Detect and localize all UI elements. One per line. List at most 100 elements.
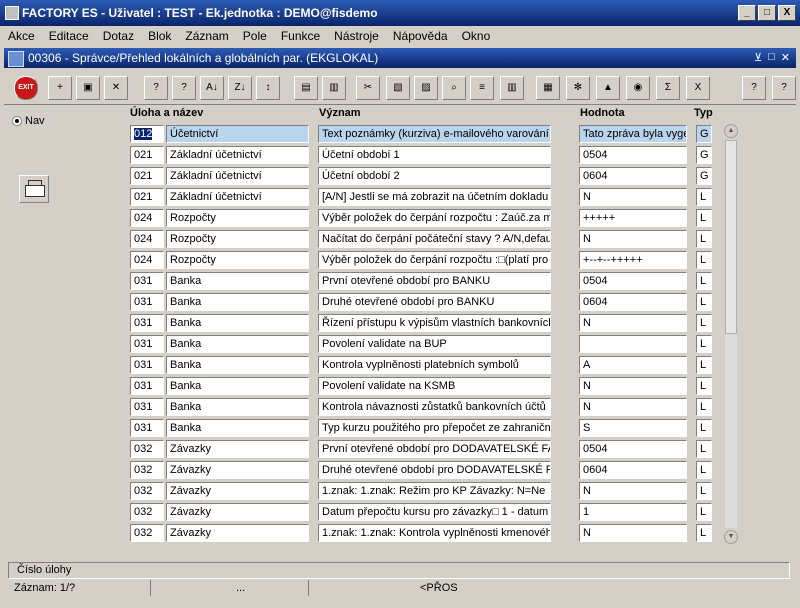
cell-code[interactable]: 024 — [130, 251, 164, 269]
cell-type[interactable]: L — [696, 503, 712, 521]
cell-code[interactable]: 021 — [130, 167, 164, 185]
cell-type[interactable]: L — [696, 251, 712, 269]
cell-meaning[interactable]: První otevřené období pro BANKU — [318, 272, 551, 290]
cut-icon[interactable]: ✂ — [356, 76, 380, 100]
cell-value[interactable]: N — [579, 188, 687, 206]
cell-value[interactable]: N — [579, 398, 687, 416]
cell-meaning[interactable]: Typ kurzu použitého pro přepočet ze zahr… — [318, 419, 551, 437]
cell-code[interactable]: 031 — [130, 272, 164, 290]
cell-type[interactable]: G — [696, 125, 712, 143]
cell-type[interactable]: L — [696, 419, 712, 437]
cell-code[interactable]: 031 — [130, 293, 164, 311]
cell-meaning[interactable]: Druhé otevřené období pro DODAVATELSKÉ F… — [318, 461, 551, 479]
cell-type[interactable]: L — [696, 230, 712, 248]
cell-name[interactable]: Závazky — [166, 461, 309, 479]
cell-name[interactable]: Banka — [166, 335, 309, 353]
cell-meaning[interactable]: Text poznámky (kurziva) e-mailového varo… — [318, 125, 551, 143]
excel-icon[interactable]: X — [686, 76, 710, 100]
sort-desc-icon[interactable]: Z↓ — [228, 76, 252, 100]
cell-type[interactable]: L — [696, 272, 712, 290]
cell-name[interactable]: Banka — [166, 356, 309, 374]
add-record-icon[interactable]: + — [48, 76, 72, 100]
cell-meaning[interactable]: Druhé otevřené období pro BANKU — [318, 293, 551, 311]
cell-name[interactable]: Banka — [166, 377, 309, 395]
cell-name[interactable]: Základní účetnictví — [166, 188, 309, 206]
cell-type[interactable]: L — [696, 335, 712, 353]
cell-type[interactable]: G — [696, 146, 712, 164]
help-icon[interactable]: ? — [742, 76, 766, 100]
cell-meaning[interactable]: Výběr položek do čerpání rozpočtu : Zaúč… — [318, 209, 551, 227]
delete-record-icon[interactable]: ✕ — [104, 76, 128, 100]
cell-code[interactable]: 031 — [130, 314, 164, 332]
close-button[interactable]: X — [778, 5, 796, 21]
cell-value[interactable]: 0504 — [579, 440, 687, 458]
cell-value[interactable]: N — [579, 377, 687, 395]
cell-meaning[interactable]: Datum přepočtu kursu pro závazky□ 1 - da… — [318, 503, 551, 521]
scroll-thumb[interactable] — [725, 140, 737, 334]
cell-type[interactable]: L — [696, 461, 712, 479]
vertical-scrollbar[interactable]: ▲ ▼ — [724, 124, 738, 544]
cell-name[interactable]: Závazky — [166, 482, 309, 500]
nav-radio[interactable]: Nav — [12, 115, 45, 127]
cell-code[interactable]: 032 — [130, 503, 164, 521]
cell-value[interactable]: Tato zpráva byla vyge — [579, 125, 687, 143]
cell-value[interactable]: 0604 — [579, 293, 687, 311]
cell-type[interactable]: L — [696, 293, 712, 311]
cell-name[interactable]: Banka — [166, 314, 309, 332]
menu-funkce[interactable]: Funkce — [273, 26, 326, 46]
menu-blok[interactable]: Blok — [140, 26, 177, 46]
cell-type[interactable]: L — [696, 314, 712, 332]
list-icon[interactable]: ≡ — [470, 76, 494, 100]
cell-value[interactable]: 0604 — [579, 461, 687, 479]
cell-name[interactable]: Banka — [166, 293, 309, 311]
cell-meaning[interactable]: Povolení validate na KSMB — [318, 377, 551, 395]
cell-code[interactable]: 031 — [130, 356, 164, 374]
cell-type[interactable]: G — [696, 167, 712, 185]
cell-name[interactable]: Banka — [166, 272, 309, 290]
menu-pole[interactable]: Pole — [235, 26, 273, 46]
cell-code[interactable]: 031 — [130, 419, 164, 437]
menu-napoveda[interactable]: Nápověda — [385, 26, 454, 46]
copy-icon[interactable]: ▤ — [294, 76, 318, 100]
cell-value[interactable]: N — [579, 482, 687, 500]
cell-name[interactable]: Závazky — [166, 503, 309, 521]
query-execute-icon[interactable]: ? — [172, 76, 196, 100]
cell-name[interactable]: Banka — [166, 398, 309, 416]
cell-type[interactable]: L — [696, 524, 712, 542]
cell-value[interactable]: N — [579, 230, 687, 248]
context-help-icon[interactable]: ? — [772, 76, 796, 100]
settings-icon[interactable]: ✻ — [566, 76, 590, 100]
cell-code[interactable]: 032 — [130, 461, 164, 479]
cell-value[interactable]: 0504 — [579, 272, 687, 290]
scroll-up-icon[interactable]: ▲ — [724, 124, 738, 138]
cell-meaning[interactable]: První otevřené období pro DODAVATELSKÉ F… — [318, 440, 551, 458]
search-icon[interactable]: ⌕ — [442, 76, 466, 100]
menu-nastroje[interactable]: Nástroje — [326, 26, 385, 46]
form-restore-button[interactable]: □ — [768, 51, 775, 64]
menu-akce[interactable]: Akce — [0, 26, 41, 46]
cell-value[interactable]: +--+--+++++ — [579, 251, 687, 269]
save-icon[interactable]: ▣ — [76, 76, 100, 100]
copy-field-icon[interactable]: ▧ — [386, 76, 410, 100]
cell-type[interactable]: L — [696, 377, 712, 395]
menu-zaznam[interactable]: Záznam — [177, 26, 234, 46]
cell-value[interactable]: +++++ — [579, 209, 687, 227]
cell-name[interactable]: Banka — [166, 419, 309, 437]
cell-name[interactable]: Účetnictví — [166, 125, 309, 143]
form-close-button[interactable]: ✕ — [781, 51, 790, 64]
query-enter-icon[interactable]: ? — [144, 76, 168, 100]
cell-meaning[interactable]: Kontrola návaznosti zůstatků bankovních … — [318, 398, 551, 416]
cell-code[interactable]: 031 — [130, 377, 164, 395]
cell-meaning[interactable]: Účetní období 1 — [318, 146, 551, 164]
navigator-icon[interactable] — [19, 175, 49, 203]
calculator-icon[interactable]: ▦ — [536, 76, 560, 100]
cell-type[interactable]: L — [696, 440, 712, 458]
cell-code[interactable]: 024 — [130, 209, 164, 227]
cell-code[interactable]: 012 — [130, 125, 164, 143]
cell-code[interactable]: 032 — [130, 440, 164, 458]
cell-value[interactable]: N — [579, 314, 687, 332]
menu-okno[interactable]: Okno — [454, 26, 497, 46]
paste-icon[interactable]: ▥ — [322, 76, 346, 100]
cell-value[interactable]: 1 — [579, 503, 687, 521]
cell-meaning[interactable]: Řízení přístupu k výpisům vlastních bank… — [318, 314, 551, 332]
